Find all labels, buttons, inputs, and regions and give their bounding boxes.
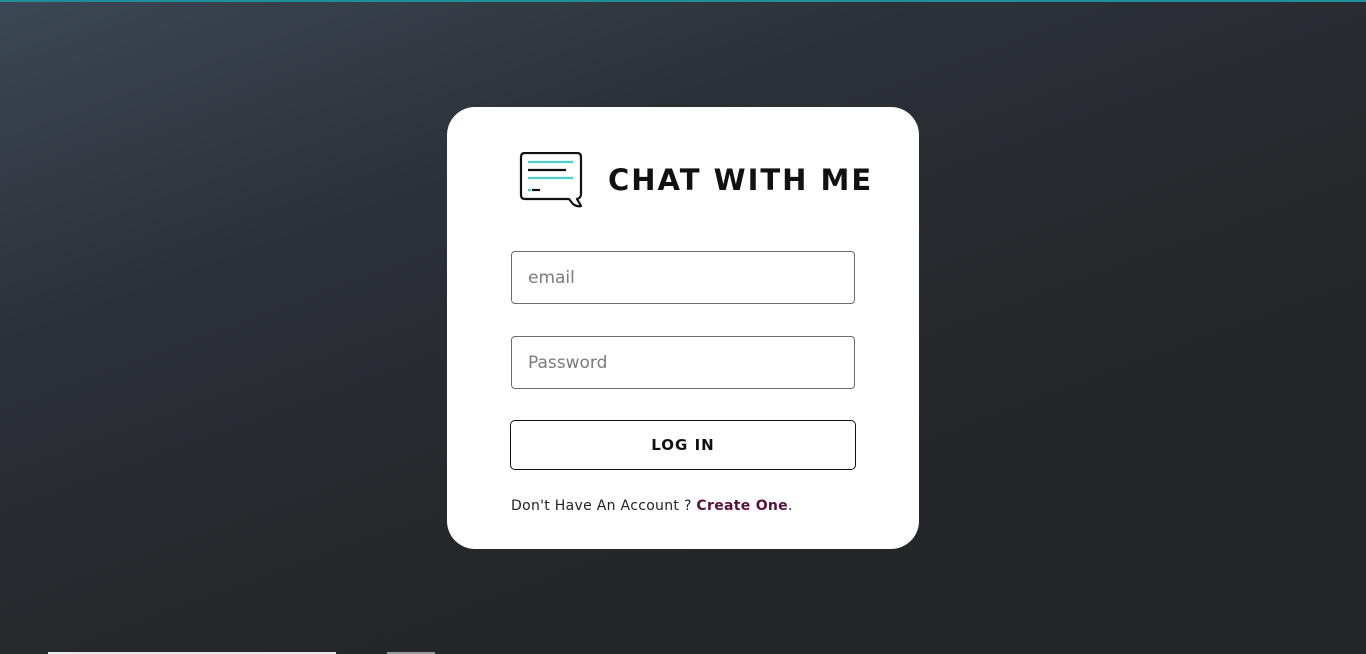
create-account-link[interactable]: Create One: [696, 498, 788, 514]
top-accent-bar: [0, 0, 1366, 2]
login-card: CHAT WITH ME LOG IN Don't Have An Accoun…: [447, 107, 919, 549]
login-button[interactable]: LOG IN: [510, 420, 856, 470]
signup-suffix: .: [787, 498, 793, 514]
password-input[interactable]: [511, 336, 855, 389]
brand-header: CHAT WITH ME: [519, 152, 873, 208]
chat-bubble-icon: [519, 152, 583, 208]
email-input[interactable]: [511, 251, 855, 304]
signup-prompt-text: Don't Have An Account ?: [511, 498, 697, 514]
signup-prompt: Don't Have An Account ? Create One.: [511, 498, 793, 514]
app-title: CHAT WITH ME: [608, 163, 874, 197]
